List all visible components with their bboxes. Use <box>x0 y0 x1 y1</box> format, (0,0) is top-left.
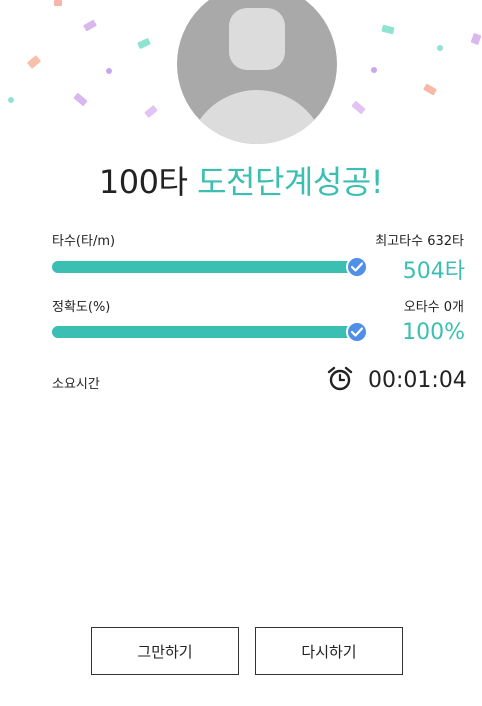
profile-avatar <box>177 0 337 144</box>
confetti-piece <box>423 83 437 96</box>
confetti-dot <box>437 45 443 51</box>
accuracy-value: 100% <box>402 320 465 345</box>
confetti-piece <box>381 24 395 35</box>
confetti-piece <box>144 104 158 119</box>
title-message: 도전단계성공! <box>197 163 384 201</box>
confetti-piece <box>26 55 42 69</box>
result-title: 100타 도전단계성공! <box>0 160 482 204</box>
typo-count-label: 오타수 0개 <box>403 300 464 315</box>
confetti-piece <box>83 19 97 32</box>
quit-button[interactable]: 그만하기 <box>91 627 239 675</box>
alarm-clock-icon <box>326 366 354 396</box>
confetti-piece <box>470 32 482 46</box>
accuracy-progress-fill <box>52 326 356 338</box>
confetti-dot <box>106 68 112 74</box>
confetti-piece <box>351 100 366 115</box>
accuracy-check-icon <box>346 321 368 343</box>
speed-check-icon <box>346 256 368 278</box>
accuracy-progress-bar <box>52 326 356 338</box>
confetti-piece <box>54 0 62 6</box>
confetti-dot <box>371 67 377 73</box>
confetti-piece <box>73 92 88 107</box>
speed-value: 504타 <box>402 259 465 284</box>
confetti-dot <box>8 97 14 103</box>
title-level: 100타 <box>98 163 188 201</box>
speed-label: 타수(타/m) <box>52 234 116 249</box>
elapsed-label: 소요시간 <box>52 377 100 392</box>
best-speed-label: 최고타수 632타 <box>375 234 464 249</box>
accuracy-label: 정확도(%) <box>52 300 111 315</box>
avatar-shoulders <box>187 90 327 144</box>
speed-progress-fill <box>52 261 356 273</box>
avatar-head <box>229 8 285 70</box>
confetti-piece <box>137 37 151 50</box>
retry-button[interactable]: 다시하기 <box>255 627 403 675</box>
speed-progress-bar <box>52 261 356 273</box>
elapsed-time-value: 00:01:04 <box>368 368 467 393</box>
